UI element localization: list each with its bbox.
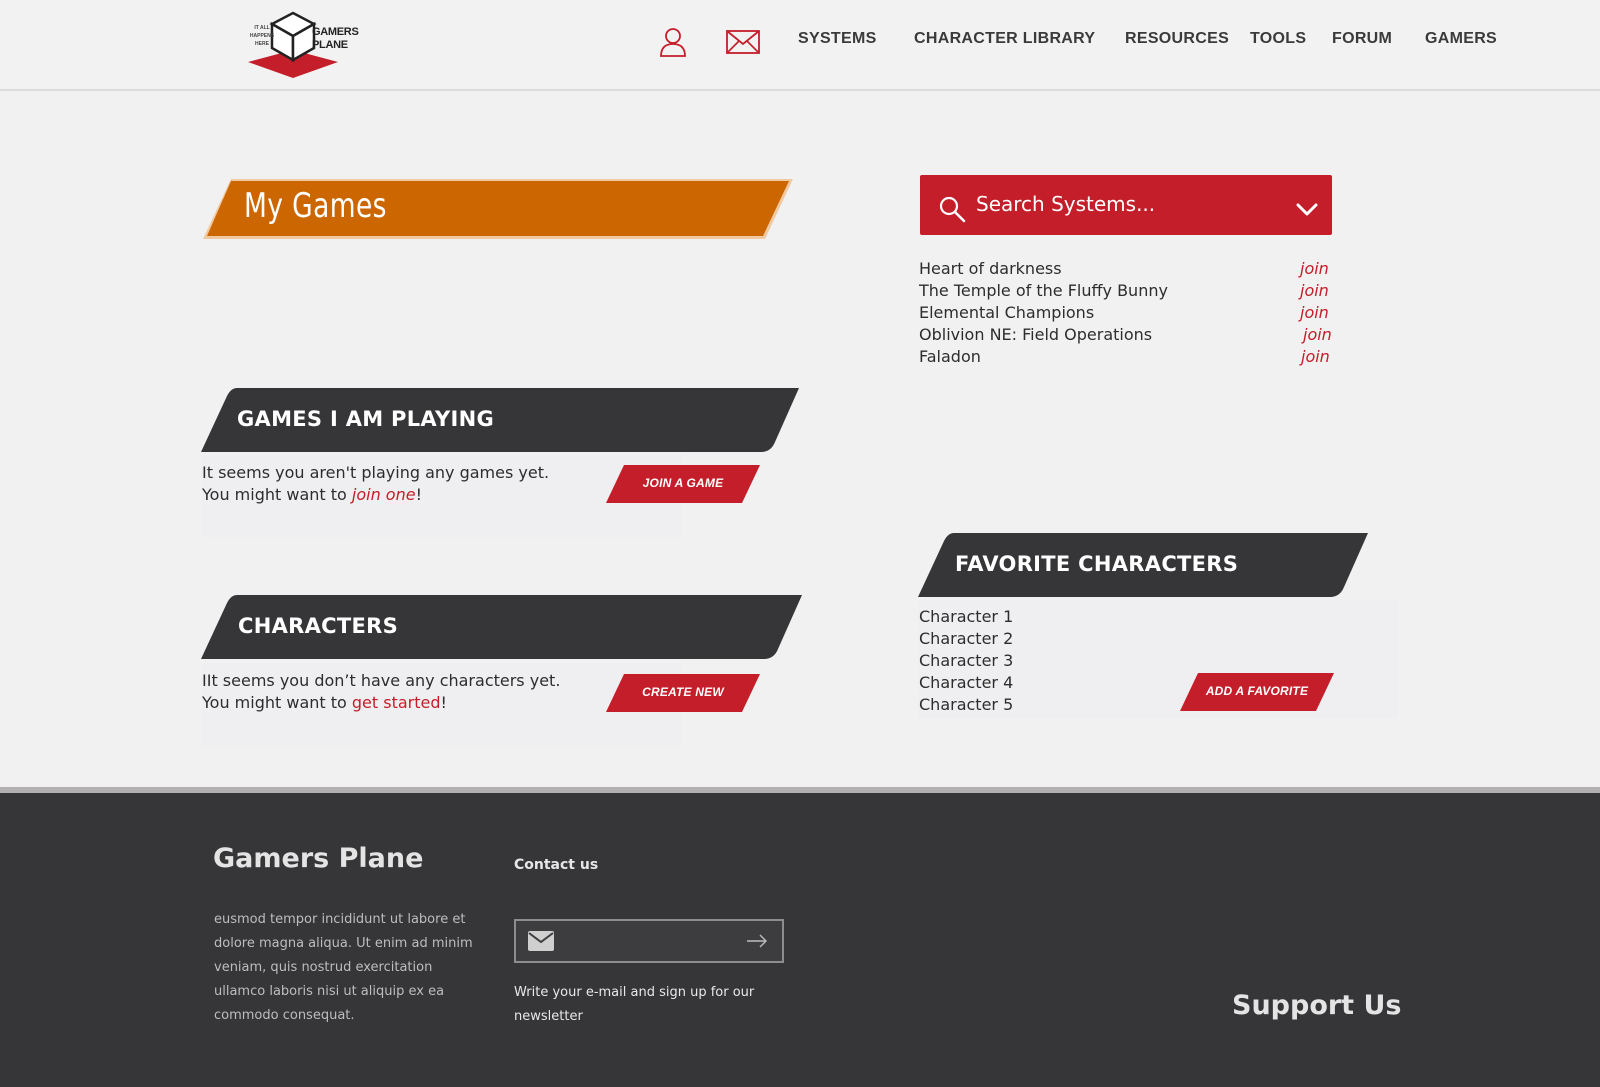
nav-systems[interactable]: SYSTEMS xyxy=(798,30,877,48)
characters-line1: IIt seems you don’t have any characters … xyxy=(202,671,561,690)
logo-name-line2: PLANE xyxy=(312,39,348,51)
my-games-title: My Games xyxy=(244,186,387,226)
system-name[interactable]: Heart of darkness xyxy=(919,259,1062,278)
footer-description: eusmod tempor incididunt ut labore et do… xyxy=(214,912,473,1023)
list-item[interactable]: Character 1 xyxy=(919,607,1013,626)
characters-line2: You might want to get started! xyxy=(202,692,560,714)
user-icon[interactable] xyxy=(659,27,687,61)
games-playing-line2: You might want to join one! xyxy=(202,484,549,506)
characters-title: CHARACTERS xyxy=(238,614,399,638)
newsletter-note: Write your e-mail and sign up for our ne… xyxy=(514,985,755,1024)
site-logo[interactable]: IT ALL HAPPENS HERE GAMERS PLANE xyxy=(248,10,359,80)
join-link[interactable]: join xyxy=(1303,325,1332,344)
join-link[interactable]: join xyxy=(1300,303,1329,322)
list-item[interactable]: Character 3 xyxy=(919,651,1013,670)
games-playing-line2-suffix: ! xyxy=(415,485,422,504)
search-placeholder: Search Systems... xyxy=(976,192,1156,216)
games-playing-title: GAMES I AM PLAYING xyxy=(237,407,494,431)
system-name[interactable]: Faladon xyxy=(919,347,981,366)
join-link[interactable]: join xyxy=(1301,347,1330,366)
games-playing-line2-prefix: You might want to xyxy=(202,485,352,504)
list-item[interactable]: Character 5 xyxy=(919,695,1013,714)
system-name[interactable]: Elemental Champions xyxy=(919,303,1094,322)
list-item[interactable]: Character 4 xyxy=(919,673,1013,692)
nav-character-library[interactable]: CHARACTER LIBRARY xyxy=(914,30,1095,48)
system-name[interactable]: Oblivion NE: Field Operations xyxy=(919,325,1152,344)
games-playing-message: It seems you aren't playing any games ye… xyxy=(202,462,549,506)
chevron-down-icon[interactable] xyxy=(1296,202,1318,221)
join-a-game-button[interactable]: JOIN A GAME xyxy=(606,476,760,490)
join-link[interactable]: join xyxy=(1300,259,1329,278)
system-name[interactable]: The Temple of the Fluffy Bunny xyxy=(919,281,1168,300)
nav-resources[interactable]: RESOURCES xyxy=(1125,30,1229,48)
newsletter-email-input[interactable] xyxy=(566,929,726,953)
search-icon xyxy=(938,195,966,227)
favorite-characters-title: FAVORITE CHARACTERS xyxy=(955,552,1239,576)
join-link[interactable]: join xyxy=(1300,281,1329,300)
join-one-link[interactable]: join one xyxy=(352,485,416,504)
get-started-link[interactable]: get started xyxy=(352,693,441,712)
support-us-link[interactable]: Support Us xyxy=(1232,990,1402,1021)
footer-contact-heading[interactable]: Contact us xyxy=(514,857,598,873)
site-header: IT ALL HAPPENS HERE GAMERS PLANE SYSTEMS… xyxy=(0,0,1600,91)
newsletter-email-field[interactable] xyxy=(514,919,784,963)
logo-tagline: IT ALL HAPPENS HERE xyxy=(249,25,275,47)
characters-line2-prefix: You might want to xyxy=(202,693,352,712)
nav-gamers[interactable]: GAMERS xyxy=(1425,30,1497,48)
add-a-favorite-button[interactable]: ADD A FAVORITE xyxy=(1180,684,1334,698)
nav-forum[interactable]: FORUM xyxy=(1332,30,1392,48)
create-new-button[interactable]: CREATE NEW xyxy=(606,685,760,699)
logo-name-line1: GAMERS xyxy=(312,26,359,38)
nav-tools[interactable]: TOOLS xyxy=(1250,30,1306,48)
envelope-icon xyxy=(528,931,554,955)
logo-name: GAMERS PLANE xyxy=(312,26,359,52)
mail-icon[interactable] xyxy=(726,30,760,58)
footer-brand: Gamers Plane xyxy=(213,843,424,874)
characters-line2-suffix: ! xyxy=(440,693,447,712)
games-playing-line1: It seems you aren't playing any games ye… xyxy=(202,463,550,482)
arrow-right-icon[interactable] xyxy=(746,933,768,953)
characters-message: IIt seems you don’t have any characters … xyxy=(202,670,560,714)
list-item[interactable]: Character 2 xyxy=(919,629,1013,648)
